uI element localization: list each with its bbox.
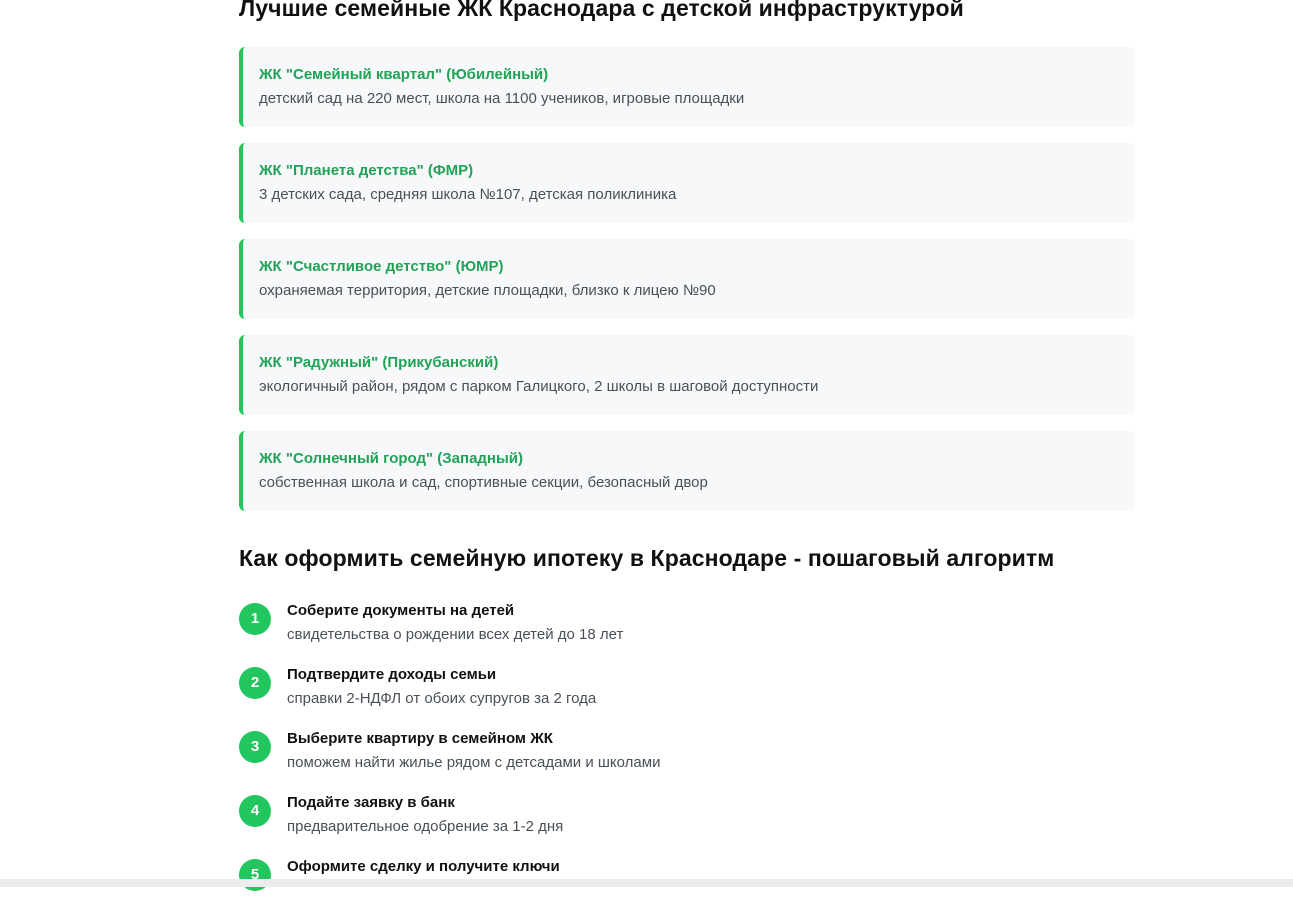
step-description: свидетельства о рождении всех детей до 1… (287, 626, 624, 643)
step-number-badge: 4 (239, 795, 271, 827)
step-text: Подтвердите доходы семьи справки 2-НДФЛ … (287, 664, 596, 710)
complex-name: ЖК "Семейный квартал" (Юбилейный) (259, 66, 549, 83)
complex-name: ЖК "Счастливое детство" (ЮМР) (259, 258, 504, 275)
complex-card: ЖК "Планета детства" (ФМР) 3 детских сад… (239, 143, 1135, 223)
step-description: поможем найти жилье рядом с детсадами и … (287, 754, 661, 771)
step-item: 5 Оформите сделку и получите ключи (239, 856, 1135, 920)
step-title: Соберите документы на детей (287, 602, 515, 619)
step-text: Соберите документы на детей свидетельств… (287, 600, 623, 646)
complex-description: экологичный район, рядом с парком Галицк… (259, 378, 819, 395)
complex-description: охраняемая территория, детские площадки,… (259, 282, 716, 299)
step-description: справки 2-НДФЛ от обоих супругов за 2 го… (287, 690, 597, 707)
complex-card: ЖК "Семейный квартал" (Юбилейный) детски… (239, 47, 1135, 127)
horizontal-scrollbar[interactable] (0, 879, 1293, 887)
step-number-badge: 2 (239, 667, 271, 699)
complexes-section-title: Лучшие семейные ЖК Краснодара с детской … (239, 0, 964, 21)
step-item: 2 Подтвердите доходы семьи справки 2-НДФ… (239, 664, 1135, 728)
step-text: Выберите квартиру в семейном ЖК поможем … (287, 728, 660, 774)
step-title: Выберите квартиру в семейном ЖК (287, 730, 553, 747)
step-item: 1 Соберите документы на детей свидетельс… (239, 600, 1135, 664)
step-item: 3 Выберите квартиру в семейном ЖК поможе… (239, 728, 1135, 792)
step-text: Подайте заявку в банк предварительное од… (287, 792, 563, 838)
complex-name: ЖК "Солнечный город" (Западный) (259, 450, 524, 467)
complex-card: ЖК "Солнечный город" (Западный) собствен… (239, 431, 1135, 511)
complex-list: ЖК "Семейный квартал" (Юбилейный) детски… (239, 47, 1135, 527)
steps-section-title: Как оформить семейную ипотеку в Краснода… (239, 545, 1055, 571)
step-text: Оформите сделку и получите ключи (287, 856, 560, 880)
complex-name: ЖК "Радужный" (Прикубанский) (259, 354, 499, 371)
complex-description: собственная школа и сад, спортивные секц… (259, 474, 708, 491)
step-title: Оформите сделку и получите ключи (287, 858, 560, 875)
step-number-badge: 3 (239, 731, 271, 763)
complex-description: детский сад на 220 мест, школа на 1100 у… (259, 90, 745, 107)
steps-list: 1 Соберите документы на детей свидетельс… (239, 600, 1135, 920)
step-title: Подайте заявку в банк (287, 794, 455, 811)
step-number-badge: 1 (239, 603, 271, 635)
step-item: 4 Подайте заявку в банк предварительное … (239, 792, 1135, 856)
complex-card: ЖК "Радужный" (Прикубанский) экологичный… (239, 335, 1135, 415)
complex-name: ЖК "Планета детства" (ФМР) (259, 162, 474, 179)
step-description: предварительное одобрение за 1-2 дня (287, 818, 564, 835)
complex-description: 3 детских сада, средняя школа №107, детс… (259, 186, 677, 203)
complex-card: ЖК "Счастливое детство" (ЮМР) охраняемая… (239, 239, 1135, 319)
step-title: Подтвердите доходы семьи (287, 666, 497, 683)
